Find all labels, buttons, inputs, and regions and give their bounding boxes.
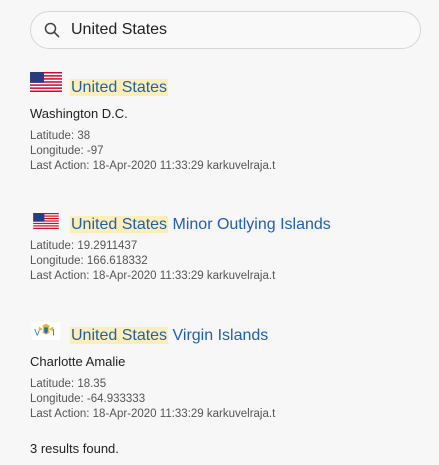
last-action-text: Last Action: 18-Apr-2020 11:33:29 karkuv… bbox=[30, 408, 276, 420]
result-title-link[interactable]: United States Minor Outlying Islands bbox=[70, 215, 331, 235]
search-results-page: United States Washington D.C. Latitude: … bbox=[0, 0, 439, 465]
result-item: United States Washington D.C. Latitude: … bbox=[30, 72, 430, 174]
usvi-flag-icon: V I bbox=[31, 322, 61, 340]
longitude-text: Longitude: -64.933333 bbox=[30, 393, 146, 405]
result-item: V I United States Virgin Islands Charlot… bbox=[30, 320, 430, 422]
longitude-text: Longitude: -97 bbox=[30, 145, 104, 157]
last-action-text: Last Action: 18-Apr-2020 11:33:29 karkuv… bbox=[30, 270, 276, 282]
latitude-text: Latitude: 38 bbox=[30, 130, 91, 142]
title-highlight: United States bbox=[70, 327, 169, 344]
title-highlight: United States bbox=[70, 79, 169, 96]
us-flag-icon bbox=[30, 72, 62, 92]
latitude-text: Latitude: 18.35 bbox=[30, 378, 107, 390]
capital-text: Washington D.C. bbox=[30, 106, 128, 121]
search-box[interactable] bbox=[30, 11, 421, 49]
last-action-text: Last Action: 18-Apr-2020 11:33:29 karkuv… bbox=[30, 160, 276, 172]
us-flag-icon bbox=[33, 213, 59, 229]
results-count: 3 results found. bbox=[30, 441, 119, 456]
search-input[interactable] bbox=[71, 21, 391, 39]
capital-text: Charlotte Amalie bbox=[30, 354, 126, 369]
title-rest: Virgin Islands bbox=[168, 327, 269, 344]
result-title-link[interactable]: United States Virgin Islands bbox=[70, 326, 268, 346]
longitude-text: Longitude: 166.618332 bbox=[30, 255, 148, 267]
title-rest: Minor Outlying Islands bbox=[168, 216, 331, 233]
latitude-text: Latitude: 19.2911437 bbox=[30, 240, 138, 252]
title-highlight: United States bbox=[70, 216, 169, 233]
result-title-link[interactable]: United States bbox=[70, 78, 169, 98]
search-icon bbox=[43, 21, 61, 39]
result-item: United States Minor Outlying Islands Lat… bbox=[30, 209, 430, 284]
